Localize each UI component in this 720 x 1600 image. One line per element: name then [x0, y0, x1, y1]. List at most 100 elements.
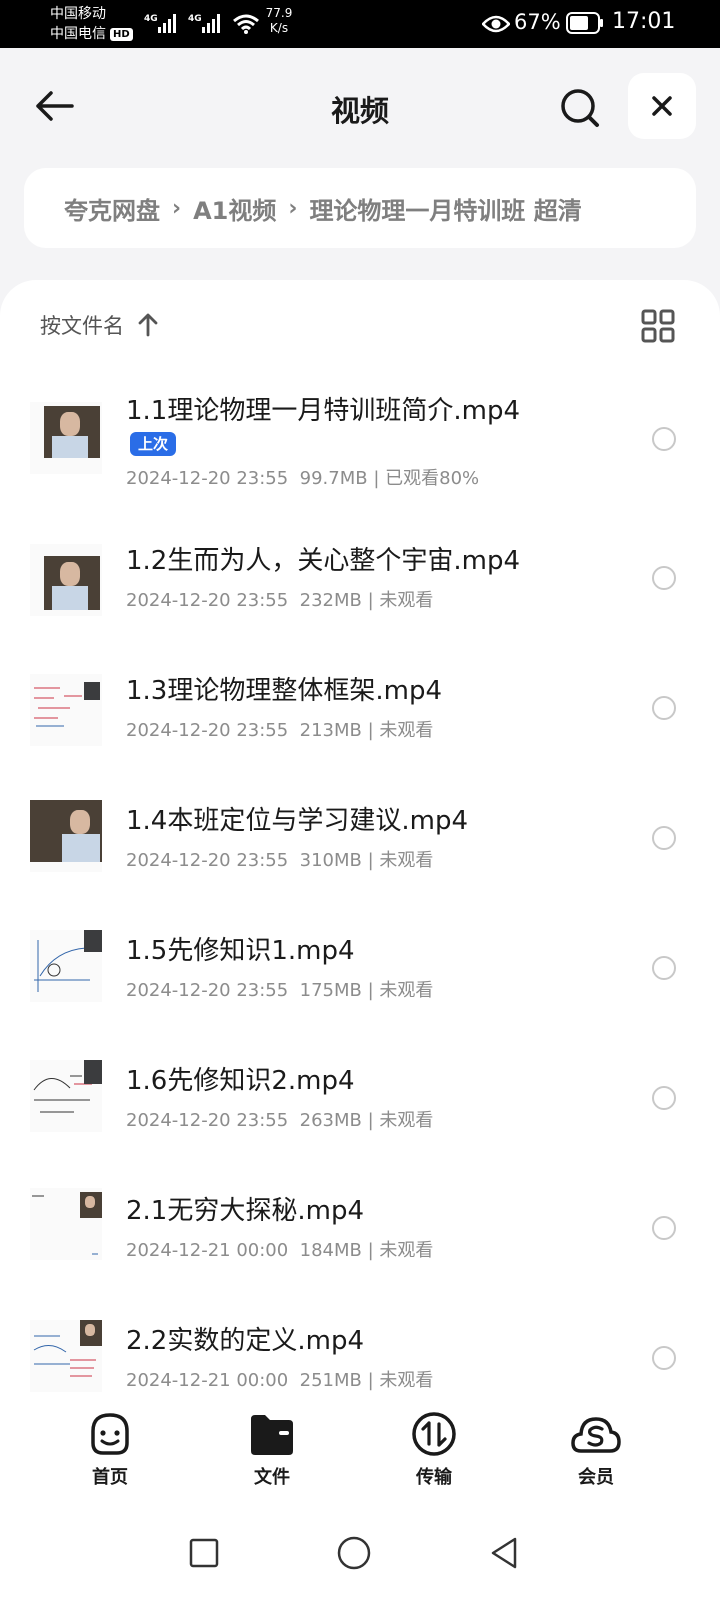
video-thumbnail [30, 544, 102, 616]
nav-item-files[interactable]: 文件 [217, 1407, 327, 1489]
status-bar: 中国移动 中国电信 HD 4G 4G 77.9 K/s 67% 17:01 [0, 0, 720, 48]
file-row[interactable]: 1.2生而为人，关心整个宇宙.mp4 2024-12-20 23:55 232M… [0, 532, 720, 662]
file-row[interactable]: 1.5先修知识1.mp4 2024-12-20 23:55 175MB | 未观… [0, 922, 720, 1052]
last-played-badge: 上次 [130, 432, 177, 456]
carrier-1: 中国移动 [50, 6, 106, 22]
file-date: 2024-12-20 23:55 [126, 720, 289, 741]
file-name: 2.1无穷大探秘.mp4 [126, 1196, 364, 1226]
select-checkbox[interactable] [652, 566, 676, 590]
recent-apps-button[interactable] [184, 1533, 224, 1573]
file-row[interactable]: 1.3理论物理整体框架.mp4 2024-12-20 23:55 213MB |… [0, 662, 720, 792]
recent-apps-icon [189, 1538, 219, 1568]
close-icon [652, 96, 672, 116]
watch-status: 未观看 [379, 720, 434, 741]
nav-item-home[interactable]: 首页 [55, 1407, 165, 1489]
file-date: 2024-12-20 23:55 [126, 850, 289, 871]
file-name: 1.3理论物理整体框架.mp4 [126, 676, 442, 706]
bottom-nav: 首页 文件 传输 会员 [0, 1395, 720, 1505]
carrier-2: 中国电信 [50, 26, 106, 42]
file-date: 2024-12-21 00:00 [126, 1240, 289, 1261]
video-thumbnail [30, 1320, 102, 1392]
smiley-home-icon [91, 1413, 129, 1455]
nav-item-member[interactable]: 会员 [541, 1407, 651, 1489]
nav-item-transfer[interactable]: 传输 [379, 1407, 489, 1489]
header: 视频 [0, 48, 720, 168]
file-name: 1.6先修知识2.mp4 [126, 1066, 355, 1096]
file-name: 1.5先修知识1.mp4 [126, 936, 355, 966]
file-row[interactable]: 1.6先修知识2.mp4 2024-12-20 23:55 263MB | 未观… [0, 1052, 720, 1182]
wifi-icon [233, 14, 259, 34]
file-size: 99.7MB [299, 468, 368, 489]
folder-icon [251, 1415, 293, 1455]
battery-icon [566, 12, 603, 34]
select-checkbox[interactable] [652, 956, 676, 980]
file-meta: 2024-12-20 23:55 99.7MB | 已观看80% [126, 468, 480, 489]
sort-control[interactable]: 按文件名 [40, 310, 158, 340]
file-meta: 2024-12-20 23:55 263MB | 未观看 [126, 1110, 434, 1131]
watch-status: 已观看80% [385, 468, 480, 489]
chevron-right-icon: › [288, 195, 298, 221]
search-button[interactable] [556, 84, 604, 132]
file-size: 213MB [299, 720, 362, 741]
file-list-panel: 按文件名 1.1理论物理一月特训班简介.mp4 上次 2024-12-20 23:… [0, 280, 720, 1420]
file-size: 184MB [299, 1240, 362, 1261]
file-size: 251MB [299, 1370, 362, 1391]
home-circle-icon [337, 1536, 371, 1570]
select-checkbox[interactable] [652, 1086, 676, 1110]
file-size: 232MB [299, 590, 362, 611]
grid-view-button[interactable] [640, 308, 676, 344]
file-meta: 2024-12-21 00:00 251MB | 未观看 [126, 1370, 434, 1391]
close-button[interactable] [628, 73, 696, 139]
transfer-arrows-icon [412, 1412, 456, 1456]
file-row[interactable]: 1.1理论物理一月特训班简介.mp4 上次 2024-12-20 23:55 99… [0, 380, 720, 510]
video-thumbnail [30, 1060, 102, 1132]
select-checkbox[interactable] [652, 1216, 676, 1240]
system-nav-bar [0, 1505, 720, 1600]
file-date: 2024-12-20 23:55 [126, 590, 289, 611]
signal-icon: 4G [188, 14, 220, 33]
breadcrumb: 夸克网盘 › A1视频 › 理论物理一月特训班 超清 [24, 168, 696, 248]
select-checkbox[interactable] [652, 1346, 676, 1370]
sort-label: 按文件名 [40, 314, 124, 338]
file-meta: 2024-12-20 23:55 310MB | 未观看 [126, 850, 434, 871]
video-thumbnail [30, 402, 102, 474]
video-thumbnail [30, 1188, 102, 1260]
file-date: 2024-12-21 00:00 [126, 1370, 289, 1391]
file-name: 1.4本班定位与学习建议.mp4 [126, 806, 468, 836]
select-checkbox[interactable] [652, 696, 676, 720]
net-speed-value: 77.9 [265, 6, 293, 20]
file-row[interactable]: 2.1无穷大探秘.mp4 2024-12-21 00:00 184MB | 未观… [0, 1182, 720, 1312]
video-thumbnail [30, 930, 102, 1002]
breadcrumb-item-folder[interactable]: A1视频 [193, 191, 276, 226]
clock: 17:01 [612, 9, 676, 34]
nav-label-member: 会员 [578, 1467, 614, 1488]
file-name: 1.2生而为人，关心整个宇宙.mp4 [126, 546, 520, 576]
system-back-button[interactable] [484, 1533, 524, 1573]
nav-label-transfer: 传输 [416, 1467, 452, 1488]
battery-percent: 67% [514, 10, 561, 34]
breadcrumb-item-current[interactable]: 理论物理一月特训班 超清 [309, 191, 581, 226]
select-checkbox[interactable] [652, 427, 676, 451]
breadcrumb-item-root[interactable]: 夸克网盘 [64, 191, 160, 226]
cloud-member-icon [571, 1417, 621, 1453]
file-meta: 2024-12-20 23:55 213MB | 未观看 [126, 720, 434, 741]
select-checkbox[interactable] [652, 826, 676, 850]
hd-badge: HD [110, 28, 133, 41]
file-name-text: 1.1理论物理一月特训班简介.mp4 [126, 396, 520, 426]
file-date: 2024-12-20 23:55 [126, 1110, 289, 1131]
back-triangle-icon [491, 1537, 517, 1569]
arrow-up-icon [138, 313, 158, 337]
svg-text:4G: 4G [188, 14, 202, 24]
watch-status: 未观看 [379, 1240, 434, 1261]
file-name: 2.2实数的定义.mp4 [126, 1326, 364, 1356]
file-date: 2024-12-20 23:55 [126, 468, 289, 489]
home-button[interactable] [334, 1533, 374, 1573]
watch-status: 未观看 [379, 1370, 434, 1391]
watch-status: 未观看 [379, 850, 434, 871]
watch-status: 未观看 [379, 980, 434, 1001]
watch-status: 未观看 [379, 1110, 434, 1131]
file-row[interactable]: 1.4本班定位与学习建议.mp4 2024-12-20 23:55 310MB … [0, 792, 720, 922]
file-size: 263MB [299, 1110, 362, 1131]
svg-text:4G: 4G [144, 14, 158, 24]
net-speed-unit: K/s [269, 21, 289, 35]
